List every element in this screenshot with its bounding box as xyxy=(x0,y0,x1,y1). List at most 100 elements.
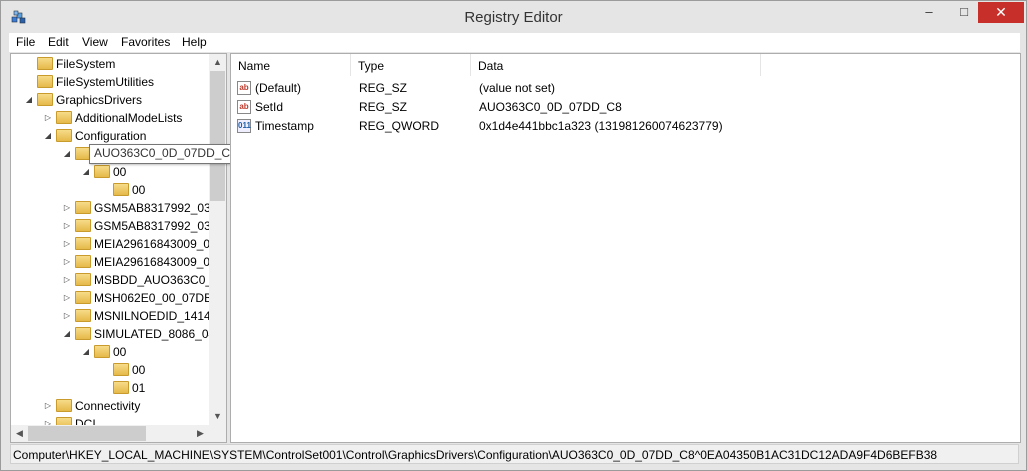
collapse-arrow-icon[interactable]: ◢ xyxy=(42,127,54,145)
tree-node[interactable]: 00 xyxy=(99,361,145,379)
scrollbar-corner xyxy=(209,425,226,442)
key-tree-pane[interactable]: FileSystem FileSystemUtilities ◢ GraphicsDr… xyxy=(10,53,227,443)
value-row[interactable]: ab (Default) REG_SZ (value not set) xyxy=(231,79,1020,98)
tree-node[interactable]: ◢ 00 xyxy=(80,343,126,361)
tree-node-label: MEIA29616843009_00_ xyxy=(94,237,224,251)
tree-node[interactable]: FileSystem xyxy=(23,55,115,73)
expand-arrow-icon[interactable]: ▷ xyxy=(61,235,73,253)
folder-icon xyxy=(94,165,110,178)
tree-node-label: SIMULATED_8086_041 xyxy=(94,327,222,341)
folder-icon xyxy=(56,111,72,124)
scroll-up-arrow-icon[interactable]: ▲ xyxy=(209,54,226,71)
binary-value-icon: 011 xyxy=(237,119,251,133)
tree-node[interactable]: ▷ MSH062E0_00_07DB_( xyxy=(61,289,223,307)
minimize-button[interactable]: – xyxy=(909,2,949,23)
folder-icon xyxy=(37,93,53,106)
folder-icon xyxy=(37,57,53,70)
status-bar-path: Computer\HKEY_LOCAL_MACHINE\SYSTEM\Contr… xyxy=(10,444,1019,464)
value-name: (Default) xyxy=(255,81,302,95)
folder-icon xyxy=(75,255,91,268)
column-header-type[interactable]: Type xyxy=(351,54,471,76)
scroll-down-arrow-icon[interactable]: ▼ xyxy=(209,408,226,425)
registry-editor-window: Registry Editor – □ ✕ File Edit View Fav… xyxy=(0,0,1027,471)
folder-icon xyxy=(94,345,110,358)
menu-edit[interactable]: Edit xyxy=(48,35,69,49)
tree-vertical-scrollbar[interactable]: ▲ ▼ xyxy=(209,54,226,425)
tree-node[interactable]: ▷ MSBDD_AUO363C0_0 xyxy=(61,271,219,289)
folder-icon xyxy=(113,363,129,376)
expand-arrow-icon[interactable]: ▷ xyxy=(61,271,73,289)
tree-node-label: MSNILNOEDID_1414_( xyxy=(94,309,222,323)
value-data: 0x1d4e441bbc1a323 (131981260074623779) xyxy=(479,119,723,133)
tree-node[interactable]: ▷ Connectivity xyxy=(42,397,140,415)
tree-node[interactable]: ▷ GSM5AB8317992_03_( xyxy=(61,199,221,217)
expand-arrow-icon[interactable]: ▷ xyxy=(61,307,73,325)
column-header-name[interactable]: Name xyxy=(231,54,351,76)
tree-node-label: GraphicsDrivers xyxy=(56,93,143,107)
value-data: (value not set) xyxy=(479,81,556,95)
title-bar[interactable]: Registry Editor – □ ✕ xyxy=(1,1,1026,33)
value-type: REG_QWORD xyxy=(359,119,440,133)
string-value-icon: ab xyxy=(237,100,251,114)
expand-arrow-icon[interactable]: ▷ xyxy=(61,253,73,271)
values-list-pane[interactable]: Name Type Data ab (Default) REG_SZ (value n… xyxy=(230,53,1021,443)
tree-node[interactable]: ◢ 00 xyxy=(80,163,126,181)
value-row[interactable]: 011 Timestamp REG_QWORD 0x1d4e441bbc1a323 (… xyxy=(231,117,1020,136)
tree-node-label: MSBDD_AUO363C0_0 xyxy=(94,273,219,287)
folder-icon xyxy=(75,309,91,322)
collapse-arrow-icon[interactable]: ◢ xyxy=(61,325,73,343)
tree-node[interactable]: 01 xyxy=(99,379,145,397)
collapse-arrow-icon[interactable]: ◢ xyxy=(80,343,92,361)
collapse-arrow-icon[interactable]: ◢ xyxy=(80,163,92,181)
tree-node-label: FileSystemUtilities xyxy=(56,75,155,89)
collapse-arrow-icon[interactable]: ◢ xyxy=(61,145,73,163)
expand-arrow-icon[interactable]: ▷ xyxy=(61,199,73,217)
tree-node[interactable]: ◢ Configuration xyxy=(42,127,146,145)
tree-horizontal-scrollbar[interactable]: ◀ ▶ xyxy=(11,425,209,442)
close-button[interactable]: ✕ xyxy=(978,2,1024,23)
value-type: REG_SZ xyxy=(359,100,408,114)
tree-node[interactable]: ▷ MEIA29616843009_00_ xyxy=(61,235,223,253)
scroll-left-arrow-icon[interactable]: ◀ xyxy=(11,425,28,442)
column-header-data[interactable]: Data xyxy=(471,54,761,76)
tree-horizontal-scroll-thumb[interactable] xyxy=(28,426,146,441)
menu-view[interactable]: View xyxy=(82,35,108,49)
tree-node[interactable]: ▷ AdditionalModeLists xyxy=(42,109,182,127)
folder-icon xyxy=(75,327,91,340)
tree-node[interactable]: ▷ MEIA29616843009_00_ xyxy=(61,253,223,271)
value-data: AUO363C0_0D_07DD_C8 xyxy=(479,100,622,114)
expand-arrow-icon[interactable]: ▷ xyxy=(61,289,73,307)
tree-node[interactable]: ◢ GraphicsDrivers xyxy=(23,91,142,109)
folder-icon xyxy=(37,75,53,88)
collapse-arrow-icon[interactable]: ◢ xyxy=(23,91,35,109)
tree-node[interactable]: 00 xyxy=(99,181,145,199)
folder-icon xyxy=(75,273,91,286)
folder-icon xyxy=(56,399,72,412)
value-row[interactable]: ab SetId REG_SZ AUO363C0_0D_07DD_C8 xyxy=(231,98,1020,117)
expand-arrow-icon[interactable]: ▷ xyxy=(61,217,73,235)
tree-node-label: 00 xyxy=(113,345,127,359)
tree-node[interactable]: ◢ SIMULATED_8086_041 xyxy=(61,325,222,343)
expand-arrow-icon[interactable]: ▷ xyxy=(42,397,54,415)
tree-node-label: Connectivity xyxy=(75,399,141,413)
tree-node[interactable]: FileSystemUtilities xyxy=(23,73,154,91)
value-type: REG_SZ xyxy=(359,81,408,95)
folder-icon xyxy=(75,237,91,250)
folder-icon xyxy=(75,201,91,214)
tree-vertical-scroll-thumb[interactable] xyxy=(210,71,225,201)
tree-node-label: 00 xyxy=(132,183,146,197)
tree-node-label: Configuration xyxy=(75,129,147,143)
menu-file[interactable]: File xyxy=(16,35,35,49)
tree-node[interactable]: ▷ MSNILNOEDID_1414_( xyxy=(61,307,221,325)
menu-help[interactable]: Help xyxy=(182,35,207,49)
tree-node[interactable]: ▷ GSM5AB8317992_03_( xyxy=(61,217,221,235)
folder-icon xyxy=(113,183,129,196)
scroll-right-arrow-icon[interactable]: ▶ xyxy=(192,425,209,442)
folder-icon xyxy=(75,291,91,304)
tree-node-label: MEIA29616843009_00_ xyxy=(94,255,224,269)
menu-favorites[interactable]: Favorites xyxy=(121,35,170,49)
tree-node-label: MSH062E0_00_07DB_( xyxy=(94,291,223,305)
folder-icon xyxy=(113,381,129,394)
tree-node-label: GSM5AB8317992_03_( xyxy=(94,219,222,233)
expand-arrow-icon[interactable]: ▷ xyxy=(42,109,54,127)
